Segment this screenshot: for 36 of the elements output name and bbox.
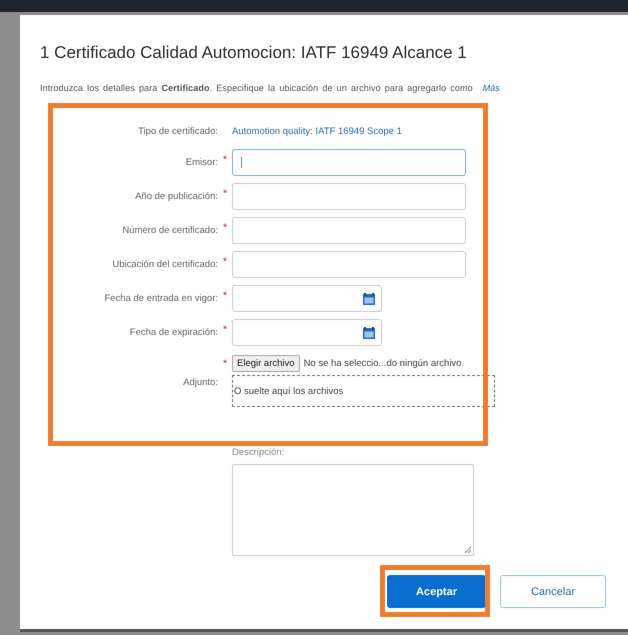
field-label: Ubicación del certificado: [111,259,218,270]
description-field[interactable] [232,464,474,556]
required-mark: * [222,359,228,370]
drop-zone-text: O suelte aquí los archivos [234,386,344,396]
required-mark: * [222,189,228,200]
certificate-type-value: Automotion quality: IATF 16949 Scope 1 [232,126,402,137]
field-label: Año de publicación: [134,191,218,202]
date-field[interactable] [232,285,382,312]
calendar-icon[interactable] [363,292,375,304]
input-field[interactable] [232,183,466,210]
input-field[interactable] [232,149,466,176]
more-link[interactable]: Más [482,83,500,93]
input-field[interactable] [232,217,466,244]
field-label: Fecha de expiración: [128,327,218,338]
field-label: Tipo de certificado: [137,126,218,137]
required-mark: * [222,257,228,268]
calendar-icon[interactable] [363,326,375,338]
required-mark: * [222,291,228,302]
field-label: Número de certificado: [121,225,218,236]
resize-grip-icon [464,546,472,554]
date-field[interactable] [232,319,382,346]
choose-file-button[interactable]: Elegir archivo [232,355,300,372]
required-mark: * [222,325,228,336]
cancel-button[interactable]: Cancelar [500,575,606,608]
accept-button[interactable]: Aceptar [387,575,486,608]
drop-zone[interactable]: O suelte aquí los archivos [232,375,495,407]
file-status: No se ha seleccio...do ningún archivo [304,358,462,369]
field-label: Fecha de entrada en vigor: [103,293,218,304]
input-field[interactable] [232,251,466,278]
field-label: Adjunto: [182,376,218,388]
dialog-title: 1 Certificado Calidad Automocion: IATF 16949 Alcance 1 [40,43,468,63]
required-mark: * [222,155,228,166]
required-mark: * [222,223,228,234]
intro-text: Introduzca los detalles para Certificado. Especifique la ubicación de un archivo para agregarlo como [40,83,473,93]
description-label: Descripción: [232,447,286,458]
field-label: Emisor: [184,157,218,168]
